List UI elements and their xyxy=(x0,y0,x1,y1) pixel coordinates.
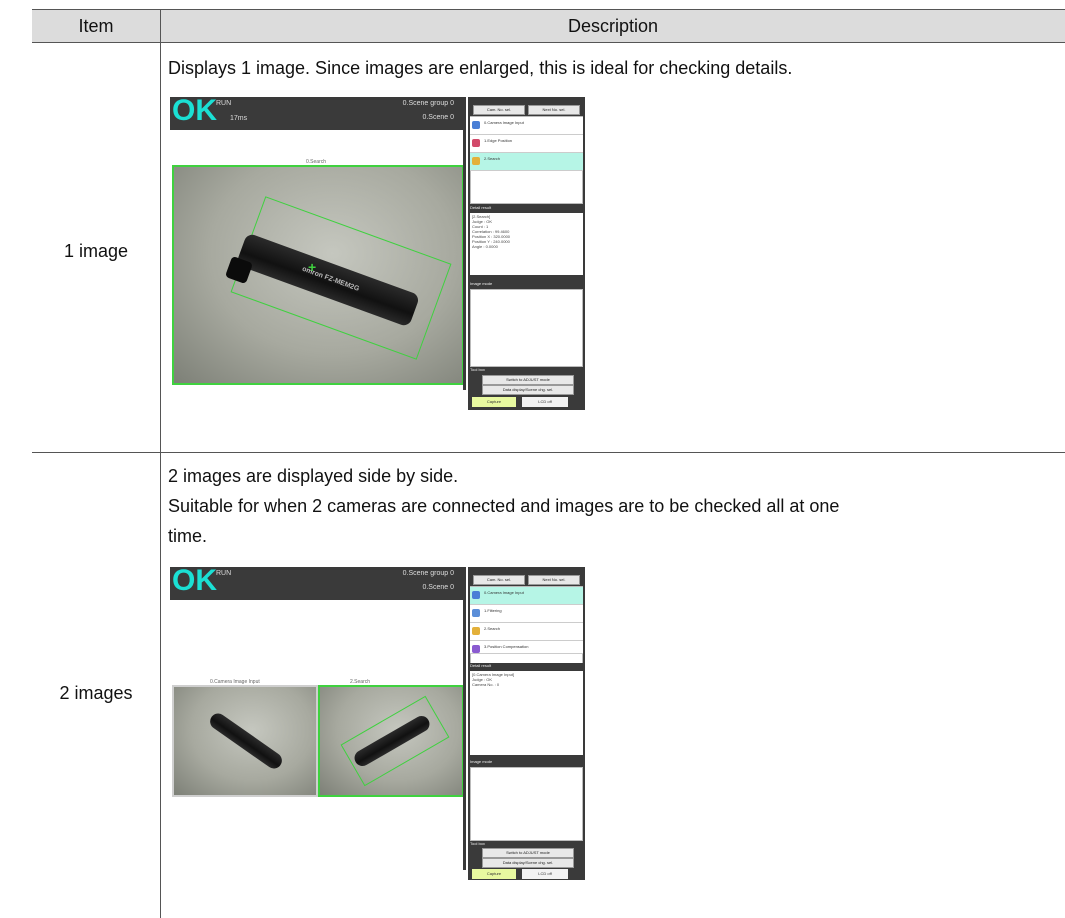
ok-status: OK xyxy=(172,94,217,127)
image-mode-title: Image mode xyxy=(470,281,583,288)
detail-result-title: Detail result xyxy=(470,663,583,670)
adjust-mode-button[interactable]: Switch to ADJUST mode xyxy=(482,375,574,385)
column-divider xyxy=(160,42,161,918)
image-mode-title: Image mode xyxy=(470,759,583,766)
row-1-item: 1 image xyxy=(63,241,129,261)
flow-item-selected[interactable]: 2.Search xyxy=(470,153,583,171)
row-2-item: 2 images xyxy=(59,683,133,703)
scroll-divider xyxy=(463,130,466,390)
camera-icon xyxy=(472,591,480,599)
cam-no-select-button[interactable]: Cam. No. sel. xyxy=(473,105,525,115)
scene-label: 0.Scene 0 xyxy=(422,114,454,121)
next-no-select-button[interactable]: Next No. sel. xyxy=(528,575,580,585)
filter-icon xyxy=(472,609,480,617)
row-separator xyxy=(32,452,1065,453)
detail-line: Camera No. : 0 xyxy=(472,682,500,687)
row-2-screenshot: OK RUN 0.Scene group 0 0.Scene 0 0.Camer… xyxy=(170,564,585,880)
detail-result-title: Detail result xyxy=(470,205,583,212)
flow-item[interactable]: 3.Position Compensation xyxy=(470,641,583,654)
crosshair-icon: + xyxy=(308,259,317,275)
flow-item-label: 2.Search xyxy=(484,626,501,631)
flow-item[interactable]: 2.Search xyxy=(470,623,583,641)
flow-item[interactable]: 0.Camera Image Input xyxy=(470,117,583,135)
row-1-description: Displays 1 image. Since images are enlar… xyxy=(168,58,793,78)
row-2-description-line-3: time. xyxy=(168,526,208,546)
header-divider xyxy=(160,10,161,42)
flow-item[interactable]: 1.Edge Position xyxy=(470,135,583,153)
ok-status: OK xyxy=(172,564,217,597)
camera-image: omron FZ-MEM2G + xyxy=(172,165,464,385)
flow-item-selected[interactable]: 0.Camera Image Input xyxy=(470,587,583,605)
flow-item-label: 1.Filtering xyxy=(484,608,502,613)
flow-item-label: 2.Search xyxy=(484,156,501,161)
status-bar: OK RUN 0.Scene group 0 0.Scene 0 xyxy=(170,564,466,600)
row-1-screenshot: OK RUN 17ms 0.Scene group 0 0.Scene 0 0.… xyxy=(170,94,585,410)
header-description: Description xyxy=(567,16,659,36)
flow-item-label: 0.Camera Image Input xyxy=(484,590,524,595)
data-display-button[interactable]: Data display/Scene chg. sel. xyxy=(482,385,574,395)
scene-group-label: 0.Scene group 0 xyxy=(402,570,454,577)
detail-result-box: [2.Search] Judge : OK Count : 1 Correlat… xyxy=(470,213,583,275)
lcd-off-button[interactable]: LCD off xyxy=(522,869,568,879)
compensation-icon xyxy=(472,645,480,653)
scene-group-label: 0.Scene group 0 xyxy=(402,100,454,107)
scene-label: 0.Scene 0 xyxy=(422,584,454,591)
search-icon xyxy=(472,157,480,165)
tool-box-title: Tool box xyxy=(470,367,583,374)
control-panel: Cam. No. sel. Next No. sel. 0.Camera Ima… xyxy=(468,97,585,410)
row-2-description-line-1: 2 images are displayed side by side. xyxy=(168,466,459,486)
camera-image-left xyxy=(172,685,318,797)
flow-item-label: 0.Camera Image Input xyxy=(484,120,524,125)
cam-no-select-button[interactable]: Cam. No. sel. xyxy=(473,575,525,585)
status-bar: OK RUN 17ms 0.Scene group 0 0.Scene 0 xyxy=(170,94,466,130)
flow-item-label: 1.Edge Position xyxy=(484,138,513,143)
next-no-select-button[interactable]: Next No. sel. xyxy=(528,105,580,115)
detail-result-box: [0.Camera Image Input] Judge : OK Camera… xyxy=(470,671,583,755)
run-label: RUN xyxy=(216,570,232,577)
camera-image-right xyxy=(318,685,464,797)
capture-button[interactable]: Capture xyxy=(472,397,516,407)
lcd-off-button[interactable]: LCD off xyxy=(522,397,568,407)
search-icon xyxy=(472,627,480,635)
time-label: 17ms xyxy=(230,115,248,122)
image-mode-box[interactable] xyxy=(470,289,583,367)
capture-button[interactable]: Capture xyxy=(472,869,516,879)
edge-icon xyxy=(472,139,480,147)
row-2-description-line-2: Suitable for when 2 cameras are connecte… xyxy=(168,496,840,516)
tool-box-title: Tool box xyxy=(470,841,583,848)
table-header: Item Description xyxy=(32,9,1065,43)
camera-icon xyxy=(472,121,480,129)
run-label: RUN xyxy=(216,100,232,107)
data-display-button[interactable]: Data display/Scene chg. sel. xyxy=(482,858,574,868)
usb-device-image xyxy=(207,710,285,772)
detail-line: Angle : 0.0000 xyxy=(472,244,498,249)
flow-item-label: 3.Position Compensation xyxy=(484,644,529,649)
adjust-mode-button[interactable]: Switch to ADJUST mode xyxy=(482,848,574,858)
image-mode-box[interactable] xyxy=(470,767,583,841)
scroll-divider xyxy=(463,600,466,870)
control-panel: Cam. No. sel. Next No. sel. 0.Camera Ima… xyxy=(468,567,585,880)
flow-item[interactable]: 1.Filtering xyxy=(470,605,583,623)
header-item: Item xyxy=(78,16,114,36)
